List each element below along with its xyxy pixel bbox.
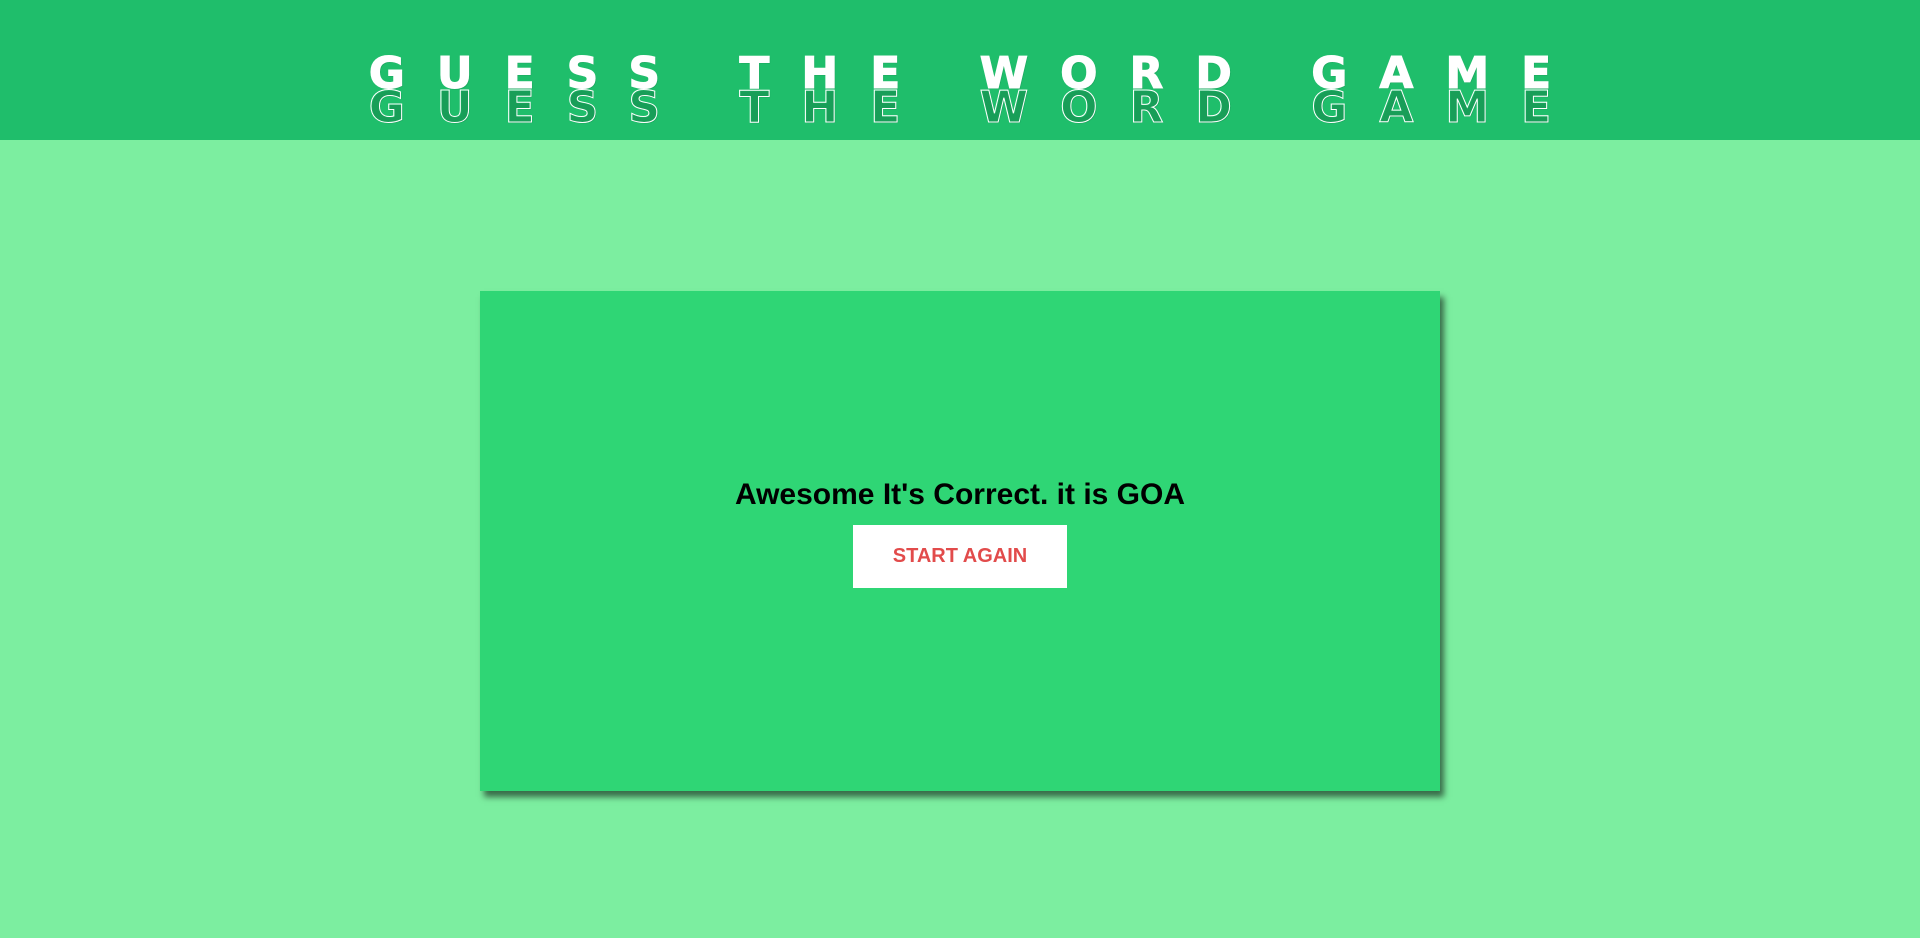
game-title: GUESS THE WORD GAME GUESS THE WORD GAME xyxy=(337,44,1584,134)
start-again-button[interactable]: START AGAIN xyxy=(853,525,1067,588)
game-title-reflection: GUESS THE WORD GAME xyxy=(368,82,1584,134)
game-card: Awesome It's Correct. it is GOA START AG… xyxy=(480,291,1440,791)
header-bar: GUESS THE WORD GAME GUESS THE WORD GAME xyxy=(0,0,1920,140)
result-panel: Awesome It's Correct. it is GOA START AG… xyxy=(480,291,1440,791)
result-message: Awesome It's Correct. it is GOA xyxy=(734,478,1186,511)
title-container: GUESS THE WORD GAME GUESS THE WORD GAME xyxy=(0,0,1920,140)
